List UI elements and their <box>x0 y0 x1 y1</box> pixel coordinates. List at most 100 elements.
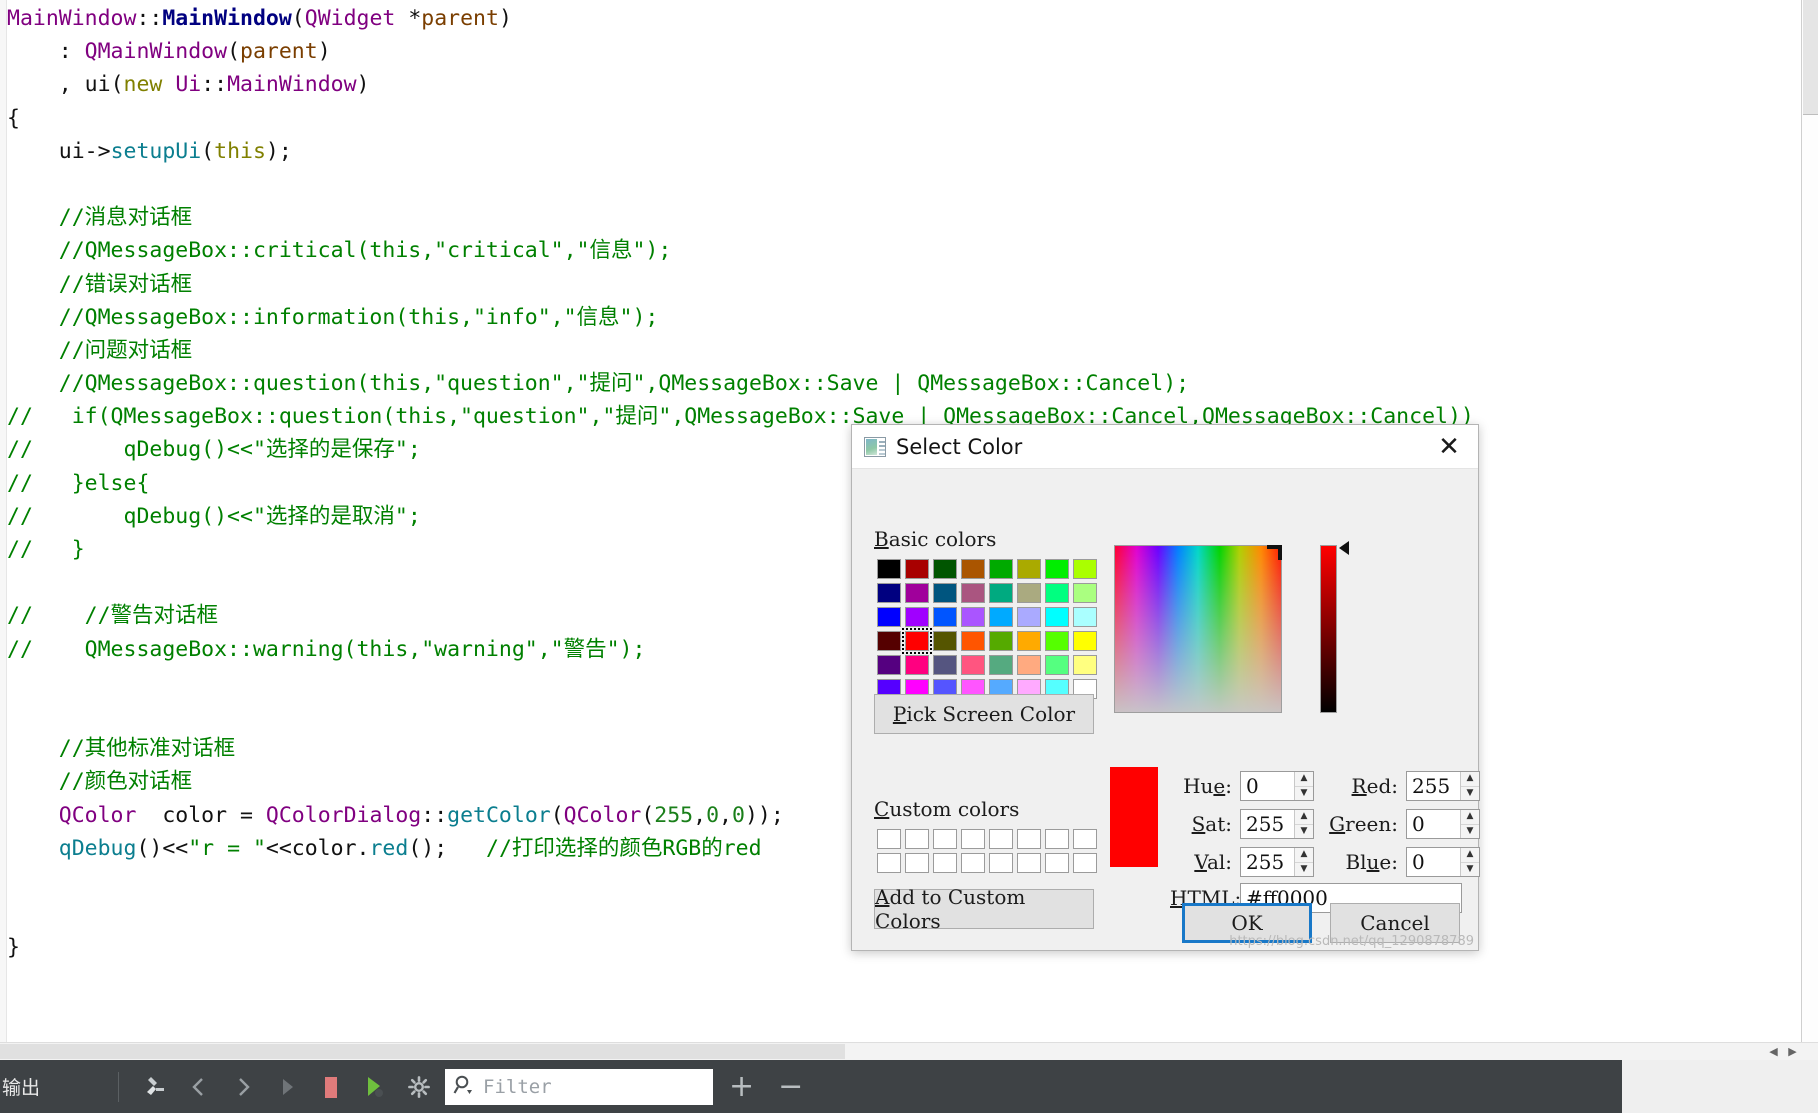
custom-color-swatch[interactable] <box>961 853 985 873</box>
basic-color-swatch[interactable] <box>933 631 957 651</box>
editor-vertical-scrollbar[interactable] <box>1801 0 1818 1060</box>
blue-spin-up[interactable]: ▲ <box>1461 848 1479 863</box>
red-input[interactable] <box>1407 772 1460 800</box>
pick-screen-color-button[interactable]: Pick Screen Color <box>874 694 1094 734</box>
basic-color-swatch[interactable] <box>1017 631 1041 651</box>
val-spinbox[interactable]: ▲ ▼ <box>1240 847 1314 877</box>
basic-color-swatch[interactable] <box>1073 607 1097 627</box>
basic-color-swatch[interactable] <box>905 607 929 627</box>
basic-color-swatch[interactable] <box>877 559 901 579</box>
custom-color-swatch[interactable] <box>961 829 985 849</box>
hue-spinbox[interactable]: ▲ ▼ <box>1240 771 1314 801</box>
red-spin-down[interactable]: ▼ <box>1461 787 1479 801</box>
hscrollbar-thumb[interactable] <box>0 1044 845 1059</box>
custom-color-swatch[interactable] <box>1045 853 1069 873</box>
custom-color-swatch[interactable] <box>933 853 957 873</box>
basic-color-swatch[interactable] <box>905 559 929 579</box>
val-spin-up[interactable]: ▲ <box>1295 848 1313 863</box>
custom-color-swatch[interactable] <box>989 853 1013 873</box>
basic-color-swatch[interactable] <box>905 655 929 675</box>
basic-color-swatch[interactable] <box>989 607 1013 627</box>
custom-color-swatch[interactable] <box>989 829 1013 849</box>
basic-color-swatch[interactable] <box>1045 559 1069 579</box>
hscroll-left-arrow[interactable]: ◀ <box>1765 1043 1782 1060</box>
custom-color-swatch[interactable] <box>1045 829 1069 849</box>
basic-color-swatch[interactable] <box>989 655 1013 675</box>
nav-forward-icon[interactable] <box>221 1065 265 1109</box>
blue-input[interactable] <box>1407 848 1460 876</box>
basic-colors-grid[interactable] <box>877 559 1097 699</box>
green-spin-up[interactable]: ▲ <box>1461 810 1479 825</box>
hue-spin-down[interactable]: ▼ <box>1295 787 1313 801</box>
basic-color-swatch[interactable] <box>1073 583 1097 603</box>
red-spin-arrows[interactable]: ▲ ▼ <box>1460 772 1479 800</box>
hscroll-right-arrow[interactable]: ▶ <box>1784 1043 1801 1060</box>
red-spin-up[interactable]: ▲ <box>1461 772 1479 787</box>
output-pane-label[interactable]: 输出 <box>0 1073 118 1100</box>
custom-color-swatch[interactable] <box>1073 829 1097 849</box>
zoom-in-button[interactable]: + <box>729 1071 754 1102</box>
dialog-titlebar[interactable]: Select Color ✕ <box>852 425 1478 469</box>
editor-horizontal-scrollbar[interactable]: ◀ ▶ <box>0 1042 1818 1060</box>
zoom-controls[interactable]: + − <box>729 1071 803 1102</box>
hue-spin-arrows[interactable]: ▲ ▼ <box>1294 772 1313 800</box>
value-slider[interactable] <box>1320 545 1337 713</box>
stop-square-icon[interactable] <box>309 1065 353 1109</box>
basic-color-swatch[interactable] <box>933 655 957 675</box>
basic-color-swatch[interactable] <box>1073 631 1097 651</box>
scrollbar-thumb[interactable] <box>1803 0 1818 115</box>
basic-color-swatch[interactable] <box>989 559 1013 579</box>
blue-spinbox[interactable]: ▲ ▼ <box>1406 847 1480 877</box>
nav-back-icon[interactable] <box>177 1065 221 1109</box>
select-color-dialog[interactable]: Select Color ✕ Basic colors Pick Screen … <box>851 424 1480 951</box>
saturation-hue-gradient[interactable] <box>1114 545 1282 713</box>
green-input[interactable] <box>1407 810 1460 838</box>
basic-color-swatch[interactable] <box>905 583 929 603</box>
basic-color-swatch[interactable] <box>961 655 985 675</box>
basic-color-swatch[interactable] <box>1045 607 1069 627</box>
red-spinbox[interactable]: ▲ ▼ <box>1406 771 1480 801</box>
basic-color-swatch[interactable] <box>933 583 957 603</box>
basic-color-swatch[interactable] <box>989 583 1013 603</box>
custom-color-swatch[interactable] <box>1017 829 1041 849</box>
green-spin-down[interactable]: ▼ <box>1461 825 1479 839</box>
custom-colors-grid[interactable] <box>877 829 1097 873</box>
custom-color-swatch[interactable] <box>905 829 929 849</box>
basic-color-swatch[interactable] <box>1073 655 1097 675</box>
custom-color-swatch[interactable] <box>1017 853 1041 873</box>
basic-color-swatch[interactable] <box>877 607 901 627</box>
custom-color-swatch[interactable] <box>1073 853 1097 873</box>
basic-color-swatch[interactable] <box>1017 655 1041 675</box>
sat-spinbox[interactable]: ▲ ▼ <box>1240 809 1314 839</box>
hue-spin-up[interactable]: ▲ <box>1295 772 1313 787</box>
val-input[interactable] <box>1241 848 1294 876</box>
basic-color-swatch[interactable] <box>1073 559 1097 579</box>
basic-color-swatch[interactable] <box>989 631 1013 651</box>
bottom-toolbar[interactable]: 输出 Filter + − <box>0 1060 1818 1113</box>
basic-color-swatch[interactable] <box>961 559 985 579</box>
basic-color-swatch[interactable] <box>961 583 985 603</box>
val-spin-arrows[interactable]: ▲ ▼ <box>1294 848 1313 876</box>
blue-spin-down[interactable]: ▼ <box>1461 863 1479 877</box>
run-play-icon[interactable] <box>265 1065 309 1109</box>
basic-color-swatch[interactable] <box>1017 583 1041 603</box>
filter-field[interactable]: Filter <box>445 1068 713 1105</box>
sat-spin-arrows[interactable]: ▲ ▼ <box>1294 810 1313 838</box>
basic-color-swatch[interactable] <box>961 631 985 651</box>
val-spin-down[interactable]: ▼ <box>1295 863 1313 877</box>
sat-input[interactable] <box>1241 810 1294 838</box>
custom-color-swatch[interactable] <box>877 829 901 849</box>
custom-color-swatch[interactable] <box>905 853 929 873</box>
basic-color-swatch[interactable] <box>877 583 901 603</box>
build-hammer-icon[interactable] <box>133 1065 177 1109</box>
hue-input[interactable] <box>1241 772 1294 800</box>
basic-color-swatch[interactable] <box>1045 583 1069 603</box>
blue-spin-arrows[interactable]: ▲ ▼ <box>1460 848 1479 876</box>
basic-color-swatch[interactable] <box>1045 631 1069 651</box>
basic-color-swatch[interactable] <box>933 559 957 579</box>
basic-color-swatch[interactable] <box>902 628 932 654</box>
zoom-out-button[interactable]: − <box>778 1071 803 1102</box>
basic-color-swatch[interactable] <box>1017 559 1041 579</box>
basic-color-swatch[interactable] <box>877 655 901 675</box>
basic-color-swatch[interactable] <box>933 607 957 627</box>
